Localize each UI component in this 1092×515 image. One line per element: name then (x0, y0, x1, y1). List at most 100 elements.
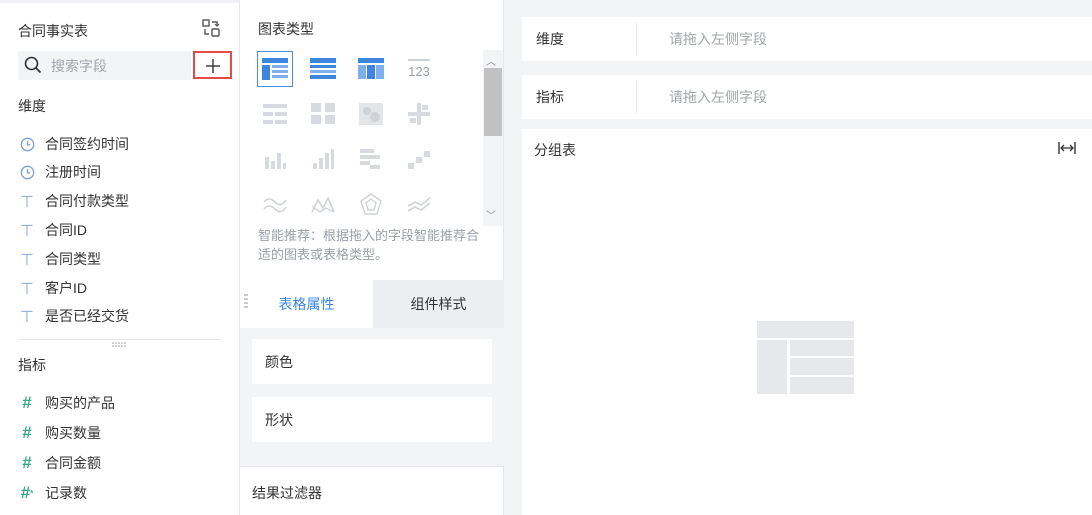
chart-type-option[interactable] (401, 96, 437, 132)
hash-icon: # (22, 453, 32, 472)
scrollbar-thumb[interactable] (484, 68, 502, 136)
cross-table-type[interactable] (305, 51, 341, 87)
empty-table-illustration (757, 321, 854, 394)
metric-label: 指标 (536, 89, 564, 105)
chart-type-option[interactable] (305, 186, 341, 222)
dimension-field[interactable]: ⊤ 合同ID (18, 219, 87, 241)
section-divider (18, 339, 221, 340)
heatmap-icon (359, 103, 383, 125)
dimension-field[interactable]: ⊤ 客户ID (18, 277, 87, 299)
properties-area: 颜色 形状 (240, 328, 504, 466)
dimension-section-title: 维度 (18, 98, 46, 114)
chart-type-grid: 123 (257, 51, 477, 223)
field-label: 合同金额 (45, 455, 101, 471)
metric-field[interactable]: # 购买数量 (18, 422, 101, 444)
canvas-area: 维度 请拖入左侧字段 指标 请拖入左侧字段 分组表 (505, 0, 1092, 515)
scroll-up-icon[interactable]: ︿ (486, 53, 496, 68)
dimension-field[interactable]: 合同签约时间 (18, 133, 129, 155)
chart-type-option[interactable] (353, 96, 389, 132)
metric-drop-zone[interactable]: 指标 请拖入左侧字段 (522, 75, 1092, 119)
preview-title: 分组表 (534, 142, 576, 158)
divider (636, 23, 637, 55)
fields-panel: 合同事实表 维度 合同签约时间 注册时间 ⊤ 合同付款类型 ⊤ 合同ID (0, 0, 240, 515)
color-property[interactable]: 颜色 (252, 339, 492, 384)
chart-type-option[interactable] (353, 141, 389, 177)
result-filter-title[interactable]: 结果过滤器 (252, 483, 322, 503)
text-type-icon: ⊤ (20, 249, 34, 269)
shape-property[interactable]: 形状 (252, 397, 492, 442)
field-label: 是否已经交货 (45, 308, 129, 324)
chart-type-option[interactable] (257, 141, 293, 177)
text-type-icon: ⊤ (20, 220, 34, 240)
field-label: 合同付款类型 (45, 193, 129, 209)
treemap-icon (408, 103, 430, 125)
field-label: 合同ID (45, 222, 87, 238)
field-label: 购买的产品 (45, 395, 115, 411)
dimension-label: 维度 (536, 31, 564, 47)
table-name: 合同事实表 (18, 23, 88, 39)
dimension-placeholder: 请拖入左侧字段 (669, 31, 767, 47)
metric-field[interactable]: # 合同金额 (18, 452, 101, 474)
divider (636, 81, 637, 113)
hash-icon: # (22, 423, 32, 442)
chart-type-option[interactable] (257, 186, 293, 222)
resize-handle-icon[interactable] (112, 342, 126, 348)
expand-width-icon[interactable] (1057, 140, 1077, 156)
search-box (18, 51, 191, 80)
chart-type-option[interactable] (353, 186, 389, 222)
metric-field[interactable]: # 购买的产品 (18, 392, 115, 414)
chart-config-panel: 图表类型 123 ︿ ﹀ 智能推荐：根据拖入的字段智能推荐合适的图表或表格类型。… (240, 0, 504, 515)
switch-table-icon[interactable] (201, 18, 221, 38)
metric-placeholder: 请拖入左侧字段 (669, 89, 767, 105)
number-chart-text: 123 (408, 64, 430, 79)
multi-line-icon (407, 197, 431, 212)
drag-grip-icon[interactable] (244, 294, 248, 308)
cross-table-icon (310, 58, 336, 79)
clock-icon (18, 135, 36, 153)
chart-type-option[interactable] (305, 141, 341, 177)
detail-table-type[interactable] (353, 51, 389, 87)
top-border (0, 0, 240, 3)
bar-chart-icon (313, 149, 334, 169)
dimension-field[interactable]: 注册时间 (18, 161, 101, 183)
chart-type-option[interactable] (401, 141, 437, 177)
field-label: 购买数量 (45, 425, 101, 441)
number-chart-type[interactable]: 123 (401, 51, 437, 87)
text-type-icon: ⊤ (20, 278, 34, 298)
text-type-icon: ⊤ (20, 191, 34, 211)
tab-table-properties[interactable]: 表格属性 (240, 280, 373, 328)
column-chart-icon (265, 153, 286, 169)
dimension-field[interactable]: ⊤ 是否已经交货 (18, 305, 129, 327)
filter-divider (240, 466, 504, 467)
line-chart-icon (263, 198, 287, 213)
search-icon (24, 56, 42, 74)
tab-component-style[interactable]: 组件样式 (373, 280, 504, 328)
grouped-table-type[interactable] (257, 51, 293, 87)
metric-field[interactable]: # * 记录数 (18, 482, 87, 504)
field-label: 记录数 (45, 485, 87, 501)
field-label: 注册时间 (45, 164, 101, 180)
horizontal-bar-icon (360, 149, 380, 169)
chart-type-option[interactable] (401, 186, 437, 222)
chart-type-title: 图表类型 (258, 21, 314, 37)
dimension-field[interactable]: ⊤ 合同付款类型 (18, 190, 129, 212)
metric-section-title: 指标 (18, 357, 46, 373)
kpi-card-icon (311, 103, 335, 124)
clock-icon (18, 163, 36, 181)
scroll-down-icon[interactable]: ﹀ (486, 207, 496, 222)
number-chart-icon: 123 (408, 59, 430, 79)
chart-type-option[interactable] (305, 96, 341, 132)
text-type-icon: ⊤ (20, 306, 34, 326)
add-field-button[interactable] (193, 51, 232, 79)
list-chart-icon (263, 104, 287, 124)
chart-type-option[interactable] (257, 96, 293, 132)
field-label: 客户ID (45, 280, 87, 296)
dimension-field[interactable]: ⊤ 合同类型 (18, 248, 101, 270)
dimension-drop-zone[interactable]: 维度 请拖入左侧字段 (522, 17, 1092, 61)
search-input[interactable] (51, 57, 185, 75)
field-label: 合同签约时间 (45, 136, 129, 152)
preview-panel: 分组表 (522, 129, 1092, 515)
scatter-chart-icon (408, 151, 430, 169)
hash-star-icon: # * (20, 483, 34, 502)
hash-icon: # (22, 393, 32, 412)
